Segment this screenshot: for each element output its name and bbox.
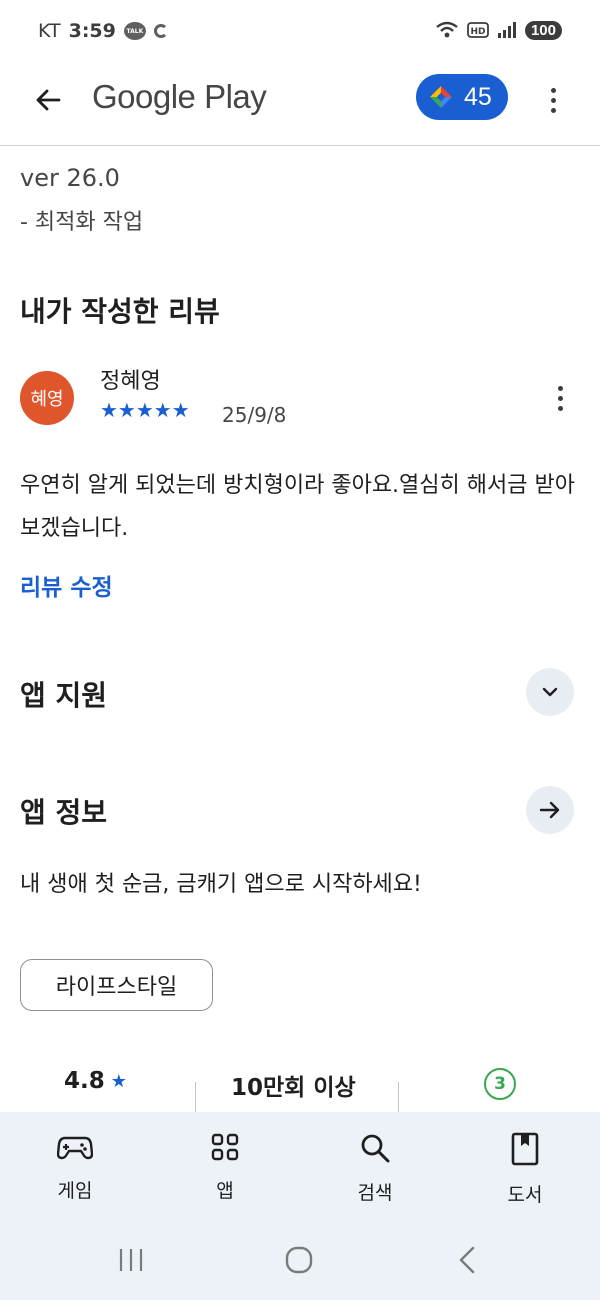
- app-bar: Google Play 45: [0, 60, 600, 146]
- version-note: - 최적화 작업: [20, 210, 144, 235]
- more-vert-icon: [557, 385, 563, 391]
- star-icon: ★: [110, 1070, 127, 1092]
- more-vert-dot: [557, 395, 563, 401]
- status-left: KT 3:59 TALK: [38, 20, 168, 42]
- bottom-nav: 게임 앱 검색 도서: [0, 1112, 600, 1225]
- app-info-arrow-button[interactable]: [526, 786, 574, 834]
- nav-search[interactable]: 검색: [300, 1112, 450, 1225]
- stat-divider: [195, 1082, 196, 1114]
- more-options-button[interactable]: [536, 80, 570, 120]
- review-date: 25/9/8: [222, 403, 287, 427]
- nav-books[interactable]: 도서: [450, 1112, 600, 1225]
- arrow-forward-icon: [539, 801, 560, 819]
- more-vert-dot: [557, 405, 563, 411]
- app-support-expand-button[interactable]: [526, 668, 574, 716]
- rating-value: 4.8: [64, 1068, 105, 1094]
- system-nav-bar: [0, 1225, 600, 1300]
- stat-divider: [398, 1082, 399, 1114]
- nav-label: 앱: [216, 1180, 234, 1202]
- star-rating: ★★★★★: [100, 398, 190, 422]
- app-support-title: 앱 지원: [20, 679, 108, 712]
- play-points-icon: [430, 86, 452, 108]
- version-text: ver 26.0: [20, 164, 120, 192]
- cell-signal-icon: [497, 22, 516, 38]
- nav-label: 도서: [507, 1184, 543, 1206]
- battery-indicator: 100: [524, 20, 562, 40]
- carrier-label: KT: [38, 20, 61, 42]
- category-chip[interactable]: 라이프스타일: [20, 959, 213, 1011]
- system-back-button[interactable]: [455, 1245, 479, 1275]
- recent-apps-button[interactable]: [117, 1247, 145, 1273]
- arrow-back-icon: [36, 89, 61, 111]
- nav-apps[interactable]: 앱: [150, 1112, 300, 1225]
- downloads-stat: 10만회 이상: [231, 1075, 356, 1101]
- status-bar: KT 3:59 TALK HD 100: [0, 0, 600, 60]
- wifi-icon: [436, 21, 458, 38]
- review-text: 우연히 알게 되었는데 방치형이라 좋아요.열심히 해서금 받아보겠습니다.: [20, 473, 575, 541]
- play-points-button[interactable]: 45: [416, 74, 508, 120]
- search-icon: [361, 1134, 390, 1163]
- age-rating-badge: 3: [484, 1068, 516, 1100]
- clock: 3:59: [68, 20, 116, 42]
- more-vert-icon: [550, 87, 556, 93]
- rating-stat: 4.8 ★: [64, 1068, 127, 1094]
- app-title: Google Play: [92, 78, 267, 115]
- svg-text:HD: HD: [470, 27, 485, 37]
- notification-c-icon: [153, 24, 168, 38]
- edit-review-link[interactable]: 리뷰 수정: [20, 568, 113, 602]
- my-review-heading: 내가 작성한 리뷰: [20, 295, 220, 328]
- chevron-down-icon: [542, 687, 558, 697]
- nav-label: 게임: [57, 1180, 93, 1202]
- nav-games[interactable]: 게임: [0, 1112, 150, 1225]
- review-more-button[interactable]: [546, 378, 574, 418]
- back-button[interactable]: [28, 80, 68, 120]
- stats-row: 4.8 ★ 10만회 이상 3: [0, 1060, 600, 1114]
- more-vert-dot: [550, 107, 556, 113]
- hd-icon: HD: [467, 22, 489, 38]
- home-button[interactable]: [284, 1245, 314, 1275]
- points-count: 45: [464, 82, 492, 111]
- nav-label: 검색: [357, 1182, 393, 1204]
- reviewer-name: 정혜영: [100, 369, 161, 394]
- book-icon: [511, 1132, 539, 1166]
- apps-grid-icon: [211, 1133, 239, 1161]
- kakaotalk-icon: TALK: [123, 22, 146, 40]
- gamepad-icon: [57, 1136, 93, 1160]
- more-vert-dot: [550, 97, 556, 103]
- app-info-title: 앱 정보: [20, 796, 108, 829]
- avatar: 혜영: [20, 371, 74, 425]
- app-description: 내 생애 첫 순금, 금캐기 앱으로 시작하세요!: [20, 872, 422, 897]
- status-right: HD 100: [435, 20, 562, 40]
